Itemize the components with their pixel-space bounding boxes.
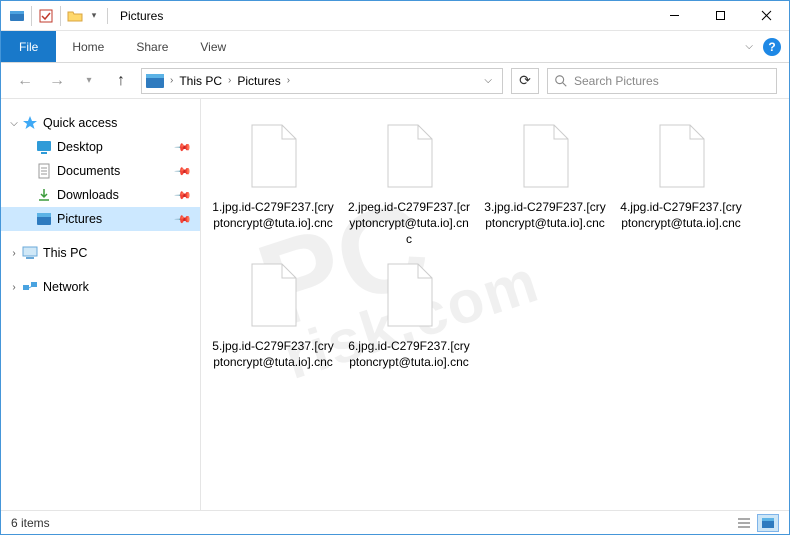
computer-icon	[21, 246, 39, 260]
pin-icon: 📌	[174, 186, 193, 205]
search-icon	[554, 74, 568, 88]
properties-icon[interactable]	[34, 5, 58, 27]
file-name: 6.jpg.id-C279F237.[cryptoncrypt@tuta.io]…	[347, 338, 471, 370]
sidebar-this-pc[interactable]: › This PC	[1, 241, 200, 265]
file-icon	[370, 256, 448, 334]
sidebar-network[interactable]: › Network	[1, 275, 200, 299]
body: ⌵ Quick access Desktop 📌 Documents 📌 Dow…	[1, 99, 789, 510]
chevron-down-icon[interactable]: ⌵	[7, 118, 21, 129]
sidebar-item-label: Quick access	[43, 116, 117, 130]
star-icon	[21, 115, 39, 131]
explorer-window: ▾ Pictures File Home Share View ⌵ ? ← → …	[0, 0, 790, 535]
ribbon: File Home Share View ⌵ ?	[1, 31, 789, 63]
file-icon	[642, 117, 720, 195]
help-icon[interactable]: ?	[763, 38, 781, 56]
chevron-right-icon[interactable]: ›	[168, 75, 175, 86]
window-title: Pictures	[120, 9, 163, 23]
tab-share[interactable]: Share	[120, 31, 184, 62]
sidebar-item-label: Pictures	[57, 212, 102, 226]
navbar: ← → ▾ ↑ › This PC › Pictures › ⌵ ⟳ Searc…	[1, 63, 789, 99]
file-item[interactable]: 1.jpg.id-C279F237.[cryptoncrypt@tuta.io]…	[209, 115, 337, 250]
chevron-right-icon[interactable]: ›	[7, 248, 21, 259]
file-pane[interactable]: 1.jpg.id-C279F237.[cryptoncrypt@tuta.io]…	[201, 99, 789, 510]
status-text: 6 items	[11, 516, 50, 530]
view-switcher	[733, 514, 779, 532]
pin-icon: 📌	[174, 210, 193, 229]
sidebar-item-label: This PC	[43, 246, 87, 260]
file-tab[interactable]: File	[1, 31, 56, 62]
tab-view[interactable]: View	[184, 31, 242, 62]
file-name: 1.jpg.id-C279F237.[cryptoncrypt@tuta.io]…	[211, 199, 335, 231]
ribbon-right: ⌵ ?	[745, 31, 789, 62]
file-item[interactable]: 6.jpg.id-C279F237.[cryptoncrypt@tuta.io]…	[345, 254, 473, 372]
file-icon	[234, 256, 312, 334]
titlebar: ▾ Pictures	[1, 1, 789, 31]
close-button[interactable]	[743, 1, 789, 31]
up-button[interactable]: ↑	[109, 69, 133, 93]
desktop-icon	[35, 140, 53, 154]
crumb-this-pc[interactable]: This PC	[175, 74, 226, 88]
recent-dropdown-icon[interactable]: ▾	[77, 69, 101, 93]
file-name: 2.jpeg.id-C279F237.[cryptoncrypt@tuta.io…	[347, 199, 471, 248]
qat-separator	[60, 6, 61, 26]
sidebar-quick-access[interactable]: ⌵ Quick access	[1, 111, 200, 135]
address-dropdown-icon[interactable]: ⌵	[478, 75, 498, 86]
network-icon	[21, 280, 39, 294]
sidebar-item-label: Network	[43, 280, 89, 294]
qat-dropdown-icon[interactable]: ▾	[87, 5, 101, 27]
file-name: 5.jpg.id-C279F237.[cryptoncrypt@tuta.io]…	[211, 338, 335, 370]
sidebar-item-label: Documents	[57, 164, 120, 178]
qat-separator	[31, 6, 32, 26]
sidebar-item-pictures[interactable]: Pictures 📌	[1, 207, 200, 231]
sidebar: ⌵ Quick access Desktop 📌 Documents 📌 Dow…	[1, 99, 201, 510]
file-item[interactable]: 5.jpg.id-C279F237.[cryptoncrypt@tuta.io]…	[209, 254, 337, 372]
forward-button[interactable]: →	[45, 69, 69, 93]
pin-icon: 📌	[174, 138, 193, 157]
file-icon	[370, 117, 448, 195]
quick-access-toolbar: ▾	[1, 5, 101, 27]
back-button[interactable]: ←	[13, 69, 37, 93]
icons-view-button[interactable]	[757, 514, 779, 532]
sidebar-item-label: Downloads	[57, 188, 119, 202]
minimize-button[interactable]	[651, 1, 697, 31]
maximize-button[interactable]	[697, 1, 743, 31]
sidebar-item-documents[interactable]: Documents 📌	[1, 159, 200, 183]
pin-icon: 📌	[174, 162, 193, 181]
status-bar: 6 items	[1, 510, 789, 534]
address-bar[interactable]: › This PC › Pictures › ⌵	[141, 68, 503, 94]
tab-home[interactable]: Home	[56, 31, 120, 62]
expand-ribbon-icon[interactable]: ⌵	[745, 41, 753, 52]
search-placeholder: Search Pictures	[574, 74, 659, 88]
chevron-right-icon[interactable]: ›	[285, 75, 292, 86]
file-icon	[506, 117, 584, 195]
chevron-right-icon[interactable]: ›	[7, 282, 21, 293]
crumb-pictures[interactable]: Pictures	[233, 74, 284, 88]
items-container: 1.jpg.id-C279F237.[cryptoncrypt@tuta.io]…	[209, 115, 781, 372]
file-name: 3.jpg.id-C279F237.[cryptoncrypt@tuta.io]…	[483, 199, 607, 231]
sidebar-item-desktop[interactable]: Desktop 📌	[1, 135, 200, 159]
download-icon	[35, 187, 53, 203]
folder-icon[interactable]	[63, 5, 87, 27]
pictures-icon	[35, 212, 53, 226]
window-controls	[651, 1, 789, 31]
title-divider	[107, 8, 108, 24]
sidebar-item-label: Desktop	[57, 140, 103, 154]
file-name: 4.jpg.id-C279F237.[cryptoncrypt@tuta.io]…	[619, 199, 743, 231]
app-icon[interactable]	[5, 5, 29, 27]
details-view-button[interactable]	[733, 514, 755, 532]
chevron-right-icon[interactable]: ›	[226, 75, 233, 86]
file-item[interactable]: 4.jpg.id-C279F237.[cryptoncrypt@tuta.io]…	[617, 115, 745, 250]
file-item[interactable]: 2.jpeg.id-C279F237.[cryptoncrypt@tuta.io…	[345, 115, 473, 250]
file-item[interactable]: 3.jpg.id-C279F237.[cryptoncrypt@tuta.io]…	[481, 115, 609, 250]
file-icon	[234, 117, 312, 195]
refresh-button[interactable]: ⟳	[511, 68, 539, 94]
sidebar-item-downloads[interactable]: Downloads 📌	[1, 183, 200, 207]
location-icon	[146, 74, 164, 88]
document-icon	[35, 163, 53, 179]
search-input[interactable]: Search Pictures	[547, 68, 777, 94]
